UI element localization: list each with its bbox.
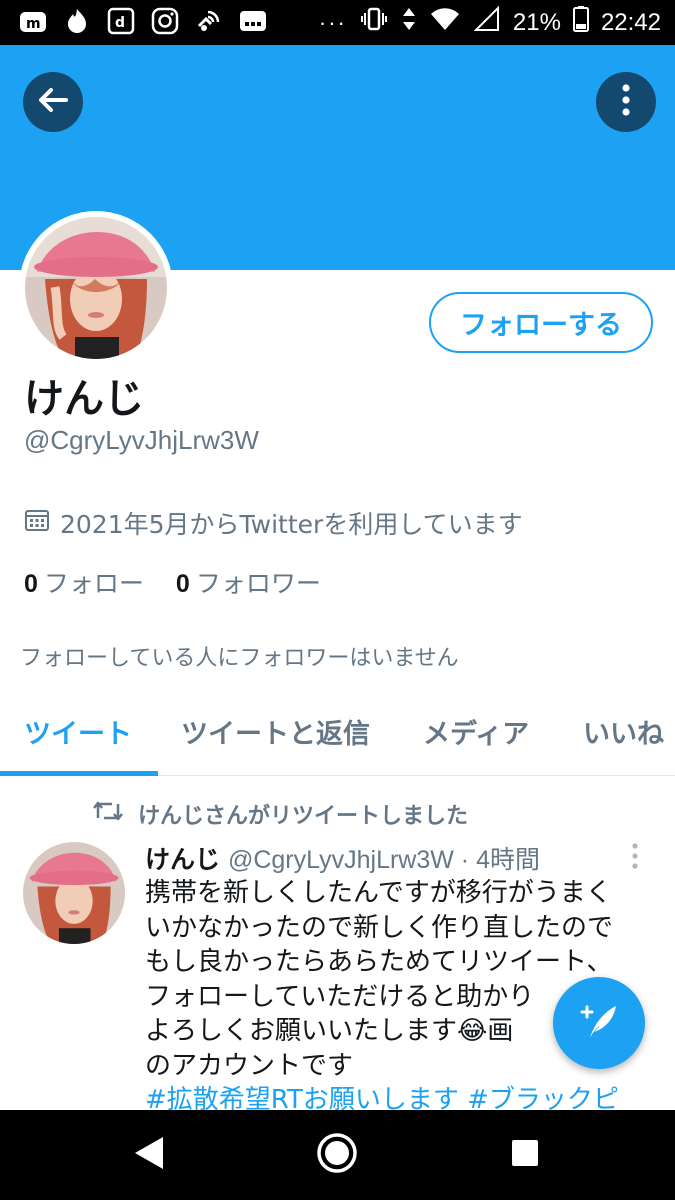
calendar-icon (24, 507, 50, 539)
back-button[interactable] (23, 72, 83, 132)
tweet-avatar-photo (23, 842, 125, 944)
follow-counts: 0 フォロー 0 フォロワー (24, 564, 321, 600)
vibrate-icon (359, 4, 389, 41)
tweet-author-name[interactable]: けんじ (145, 845, 220, 874)
followers-count[interactable]: 0 フォロワー (176, 564, 321, 600)
followers-label: フォロワー (195, 569, 321, 598)
wifi-calling-icon (194, 6, 224, 36)
status-bar: m d ··· 21% 22:42 (0, 0, 675, 45)
join-date-text: 2021年5月からTwitterを利用しています (60, 510, 523, 539)
wifi-icon (429, 4, 461, 41)
recents-square-icon (509, 1137, 541, 1173)
arrow-left-icon (36, 83, 70, 121)
clock: 22:42 (600, 8, 661, 36)
retweet-notice-text: けんじさんがリツイートしました (138, 804, 469, 829)
home-circle-icon (316, 1132, 358, 1178)
nav-home-button[interactable] (316, 1132, 358, 1178)
data-transfer-icon (401, 4, 417, 41)
more-notifications-indicator: ··· (318, 9, 347, 35)
tweet-author-meta: @CgryLyvJhjLrw3W · 4時間 (227, 846, 540, 874)
followers-number: 0 (175, 570, 190, 598)
d-icon: d (106, 6, 136, 36)
notification-icons: m d (18, 6, 268, 36)
signal-icon (473, 4, 501, 41)
tinder-icon (62, 6, 92, 36)
battery-icon (572, 4, 589, 41)
more-vertical-icon (621, 83, 631, 121)
compose-tweet-button[interactable] (553, 977, 645, 1069)
tweet-options-button[interactable] (630, 842, 640, 874)
tab-tweets-and-replies[interactable]: ツイートと返信 (181, 712, 370, 751)
followers-you-know-notice: フォローしている人にフォロワーはいません (20, 646, 459, 671)
profile-tabs: ツイート ツイートと返信 メディア いいね (0, 700, 675, 776)
back-triangle-icon (133, 1135, 167, 1175)
tweet-line: 携帯を新しくしたんですが移行がうまく (145, 878, 612, 908)
following-count[interactable]: 0 フォロー (24, 564, 144, 600)
avatar-photo (25, 217, 167, 359)
battery-percent: 21% (512, 8, 561, 36)
retweet-notice: けんじさんがリツイートしました (92, 798, 468, 830)
tweet-header: けんじ @CgryLyvJhjLrw3W · 4時間 (145, 840, 540, 876)
instagram-icon (150, 6, 180, 36)
profile-avatar[interactable] (19, 211, 173, 365)
more-options-button[interactable] (596, 72, 656, 132)
following-number: 0 (24, 570, 38, 598)
follow-button[interactable]: フォローする (429, 292, 653, 353)
tab-tweets[interactable]: ツイート (24, 712, 132, 751)
tab-media[interactable]: メディア (423, 712, 529, 751)
more-vertical-icon (630, 843, 640, 874)
system-nav-bar (0, 1110, 675, 1200)
svg-text:d: d (115, 15, 125, 31)
tweet-line: いかなかったので新しく作り直したので (145, 912, 614, 943)
m-app-icon: m (18, 6, 48, 36)
system-status: ··· 21% 22:42 (319, 0, 661, 45)
tab-likes[interactable]: いいね (583, 712, 664, 751)
d-card-icon (238, 6, 268, 36)
svg-text:m: m (26, 16, 41, 32)
compose-tweet-icon (576, 998, 622, 1048)
join-date: 2021年5月からTwitterを利用しています (24, 505, 523, 541)
profile-name: けんじ (24, 376, 144, 422)
tweet-author-avatar[interactable] (23, 842, 125, 944)
tweet-line: もし良かったらあらためてリツイート、 (145, 947, 613, 977)
active-tab-indicator (0, 771, 158, 776)
following-label: フォロー (43, 569, 144, 598)
profile-handle: @CgryLyvJhjLrw3W (24, 425, 259, 455)
nav-recents-button[interactable] (505, 1135, 545, 1175)
retweet-icon (92, 798, 124, 830)
nav-back-button[interactable] (130, 1135, 170, 1175)
